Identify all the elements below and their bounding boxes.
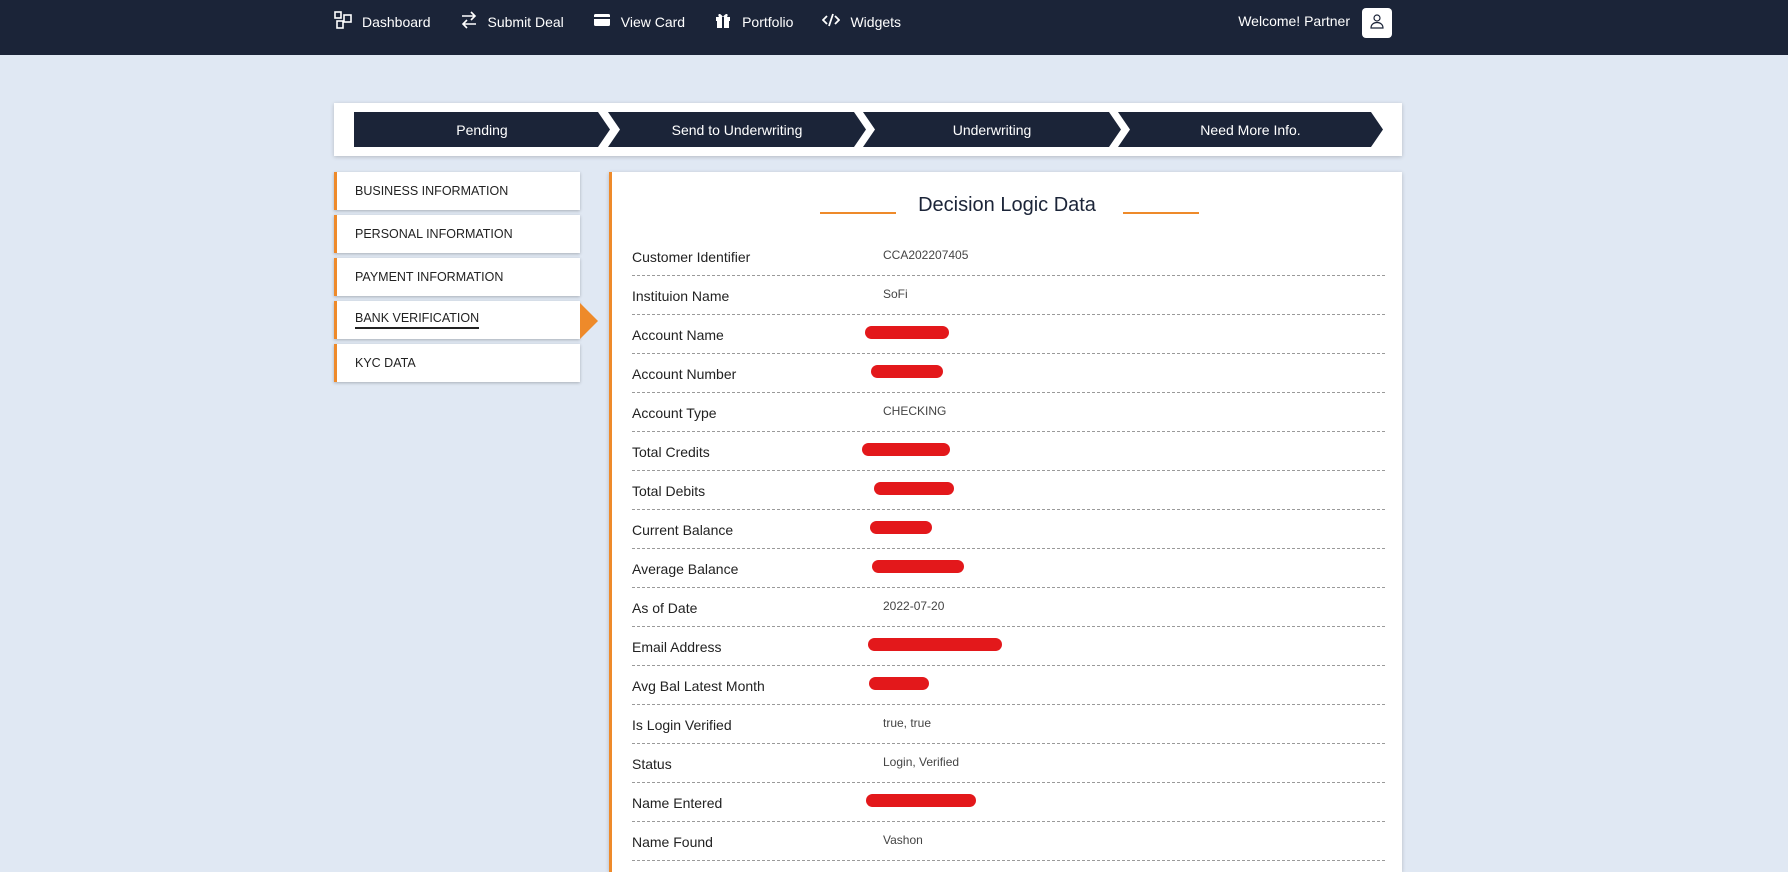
user-avatar-button[interactable]	[1362, 8, 1392, 38]
sidebar-item-personal-information[interactable]: PERSONAL INFORMATION	[334, 215, 580, 253]
transfer-icon	[460, 11, 488, 32]
redaction-mark	[865, 326, 949, 339]
table-row: Is Login Verified true, true	[632, 705, 1385, 744]
code-icon	[822, 11, 850, 32]
row-label: Account Number	[632, 366, 737, 382]
row-value: CCA202207405	[883, 248, 969, 262]
table-row: Account Type CHECKING	[632, 393, 1385, 432]
dashboard-icon	[334, 11, 362, 32]
panel-title: Decision Logic Data	[918, 194, 1096, 216]
section-sidebar: BUSINESS INFORMATION PERSONAL INFORMATIO…	[334, 172, 580, 387]
sidebar-item-label: BUSINESS INFORMATION	[355, 184, 509, 198]
table-row: Current Balance	[632, 510, 1385, 549]
row-label: Total Credits	[632, 444, 710, 460]
redaction-mark	[874, 482, 954, 495]
row-label: Customer Identifier	[632, 249, 751, 265]
row-label: Name Entered	[632, 795, 723, 811]
row-label: Email Address	[632, 639, 722, 655]
table-row: Account Number	[632, 354, 1385, 393]
nav-view-card[interactable]: View Card	[593, 11, 685, 32]
sidebar-item-label: PAYMENT INFORMATION	[355, 270, 504, 284]
data-rows: Customer Identifier CCA202207405 Instituio…	[632, 237, 1385, 861]
row-value: true, true	[883, 716, 932, 730]
step-send-to-underwriting[interactable]: Send to Underwriting	[608, 112, 866, 147]
redaction-mark	[870, 521, 932, 534]
sidebar-item-label: PERSONAL INFORMATION	[355, 227, 513, 241]
redaction-mark	[869, 677, 929, 690]
nav-dashboard-label: Dashboard	[362, 13, 431, 30]
table-row: Status Login, Verified	[632, 744, 1385, 783]
row-value: 2022-07-20	[883, 599, 945, 613]
table-row: Account Name	[632, 315, 1385, 354]
redaction-mark	[862, 443, 950, 456]
row-label: Status	[632, 756, 672, 772]
nav-view-card-label: View Card	[620, 13, 686, 30]
gift-icon	[714, 11, 742, 32]
nav-dashboard[interactable]: Dashboard	[334, 11, 431, 32]
main-nav: Dashboard Submit Deal View Card Portfoli…	[334, 0, 930, 43]
redaction-mark	[872, 560, 964, 573]
panel-header: Decision Logic Data	[612, 186, 1402, 216]
row-value: Login, Verified	[883, 755, 960, 769]
credit-card-icon	[593, 11, 621, 32]
row-label: Is Login Verified	[632, 717, 732, 733]
table-row: Email Address	[632, 627, 1385, 666]
table-row: Avg Bal Latest Month	[632, 666, 1385, 705]
table-row: Customer Identifier CCA202207405	[632, 237, 1385, 276]
nav-portfolio[interactable]: Portfolio	[714, 11, 793, 32]
row-label: Account Type	[632, 405, 717, 421]
table-row: Total Credits	[632, 432, 1385, 471]
row-label: Total Debits	[632, 483, 706, 499]
nav-submit-deal[interactable]: Submit Deal	[460, 11, 564, 32]
welcome-text: Welcome! Partner	[1238, 13, 1350, 29]
table-row: Total Debits	[632, 471, 1385, 510]
user-icon	[1369, 13, 1385, 34]
decision-logic-panel: Decision Logic Data Customer Identifier C…	[609, 172, 1402, 872]
row-value: CHECKING	[883, 404, 947, 418]
step-pending[interactable]: Pending	[354, 112, 610, 147]
sidebar-item-business-information[interactable]: BUSINESS INFORMATION	[334, 172, 580, 210]
row-label: Average Balance	[632, 561, 739, 577]
row-label: As of Date	[632, 600, 698, 616]
sidebar-item-label: BANK VERIFICATION	[355, 311, 480, 329]
sidebar-item-kyc-data[interactable]: KYC DATA	[334, 344, 580, 382]
nav-widgets[interactable]: Widgets	[822, 11, 901, 32]
redaction-mark	[871, 365, 943, 378]
sidebar-item-bank-verification[interactable]: BANK VERIFICATION	[334, 301, 580, 339]
row-label: Instituion Name	[632, 288, 730, 304]
table-row: Name Found Vashon	[632, 822, 1385, 861]
row-value: SoFi	[883, 287, 908, 301]
step-underwriting[interactable]: Underwriting	[863, 112, 1121, 147]
row-label: Name Found	[632, 834, 713, 850]
row-label: Account Name	[632, 327, 724, 343]
step-need-more-info[interactable]: Need More Info.	[1118, 112, 1383, 147]
active-indicator-arrow	[580, 303, 598, 339]
top-navbar: Dashboard Submit Deal View Card Portfoli…	[0, 0, 1788, 55]
sidebar-item-payment-information[interactable]: PAYMENT INFORMATION	[334, 258, 580, 296]
row-label: Avg Bal Latest Month	[632, 678, 765, 694]
table-row: Name Entered	[632, 783, 1385, 822]
row-label: Current Balance	[632, 522, 734, 538]
row-value: Vashon	[883, 833, 923, 847]
table-row: As of Date 2022-07-20	[632, 588, 1385, 627]
redaction-mark	[868, 638, 1002, 651]
redaction-mark	[866, 794, 976, 807]
nav-submit-deal-label: Submit Deal	[487, 13, 564, 30]
status-steps: Pending Send to Underwriting Underwritin…	[334, 103, 1402, 156]
table-row: Instituion Name SoFi	[632, 276, 1385, 315]
title-divider-right	[1123, 212, 1199, 214]
nav-widgets-label: Widgets	[850, 13, 902, 30]
sidebar-item-label: KYC DATA	[355, 356, 416, 370]
nav-portfolio-label: Portfolio	[742, 13, 794, 30]
table-row: Average Balance	[632, 549, 1385, 588]
